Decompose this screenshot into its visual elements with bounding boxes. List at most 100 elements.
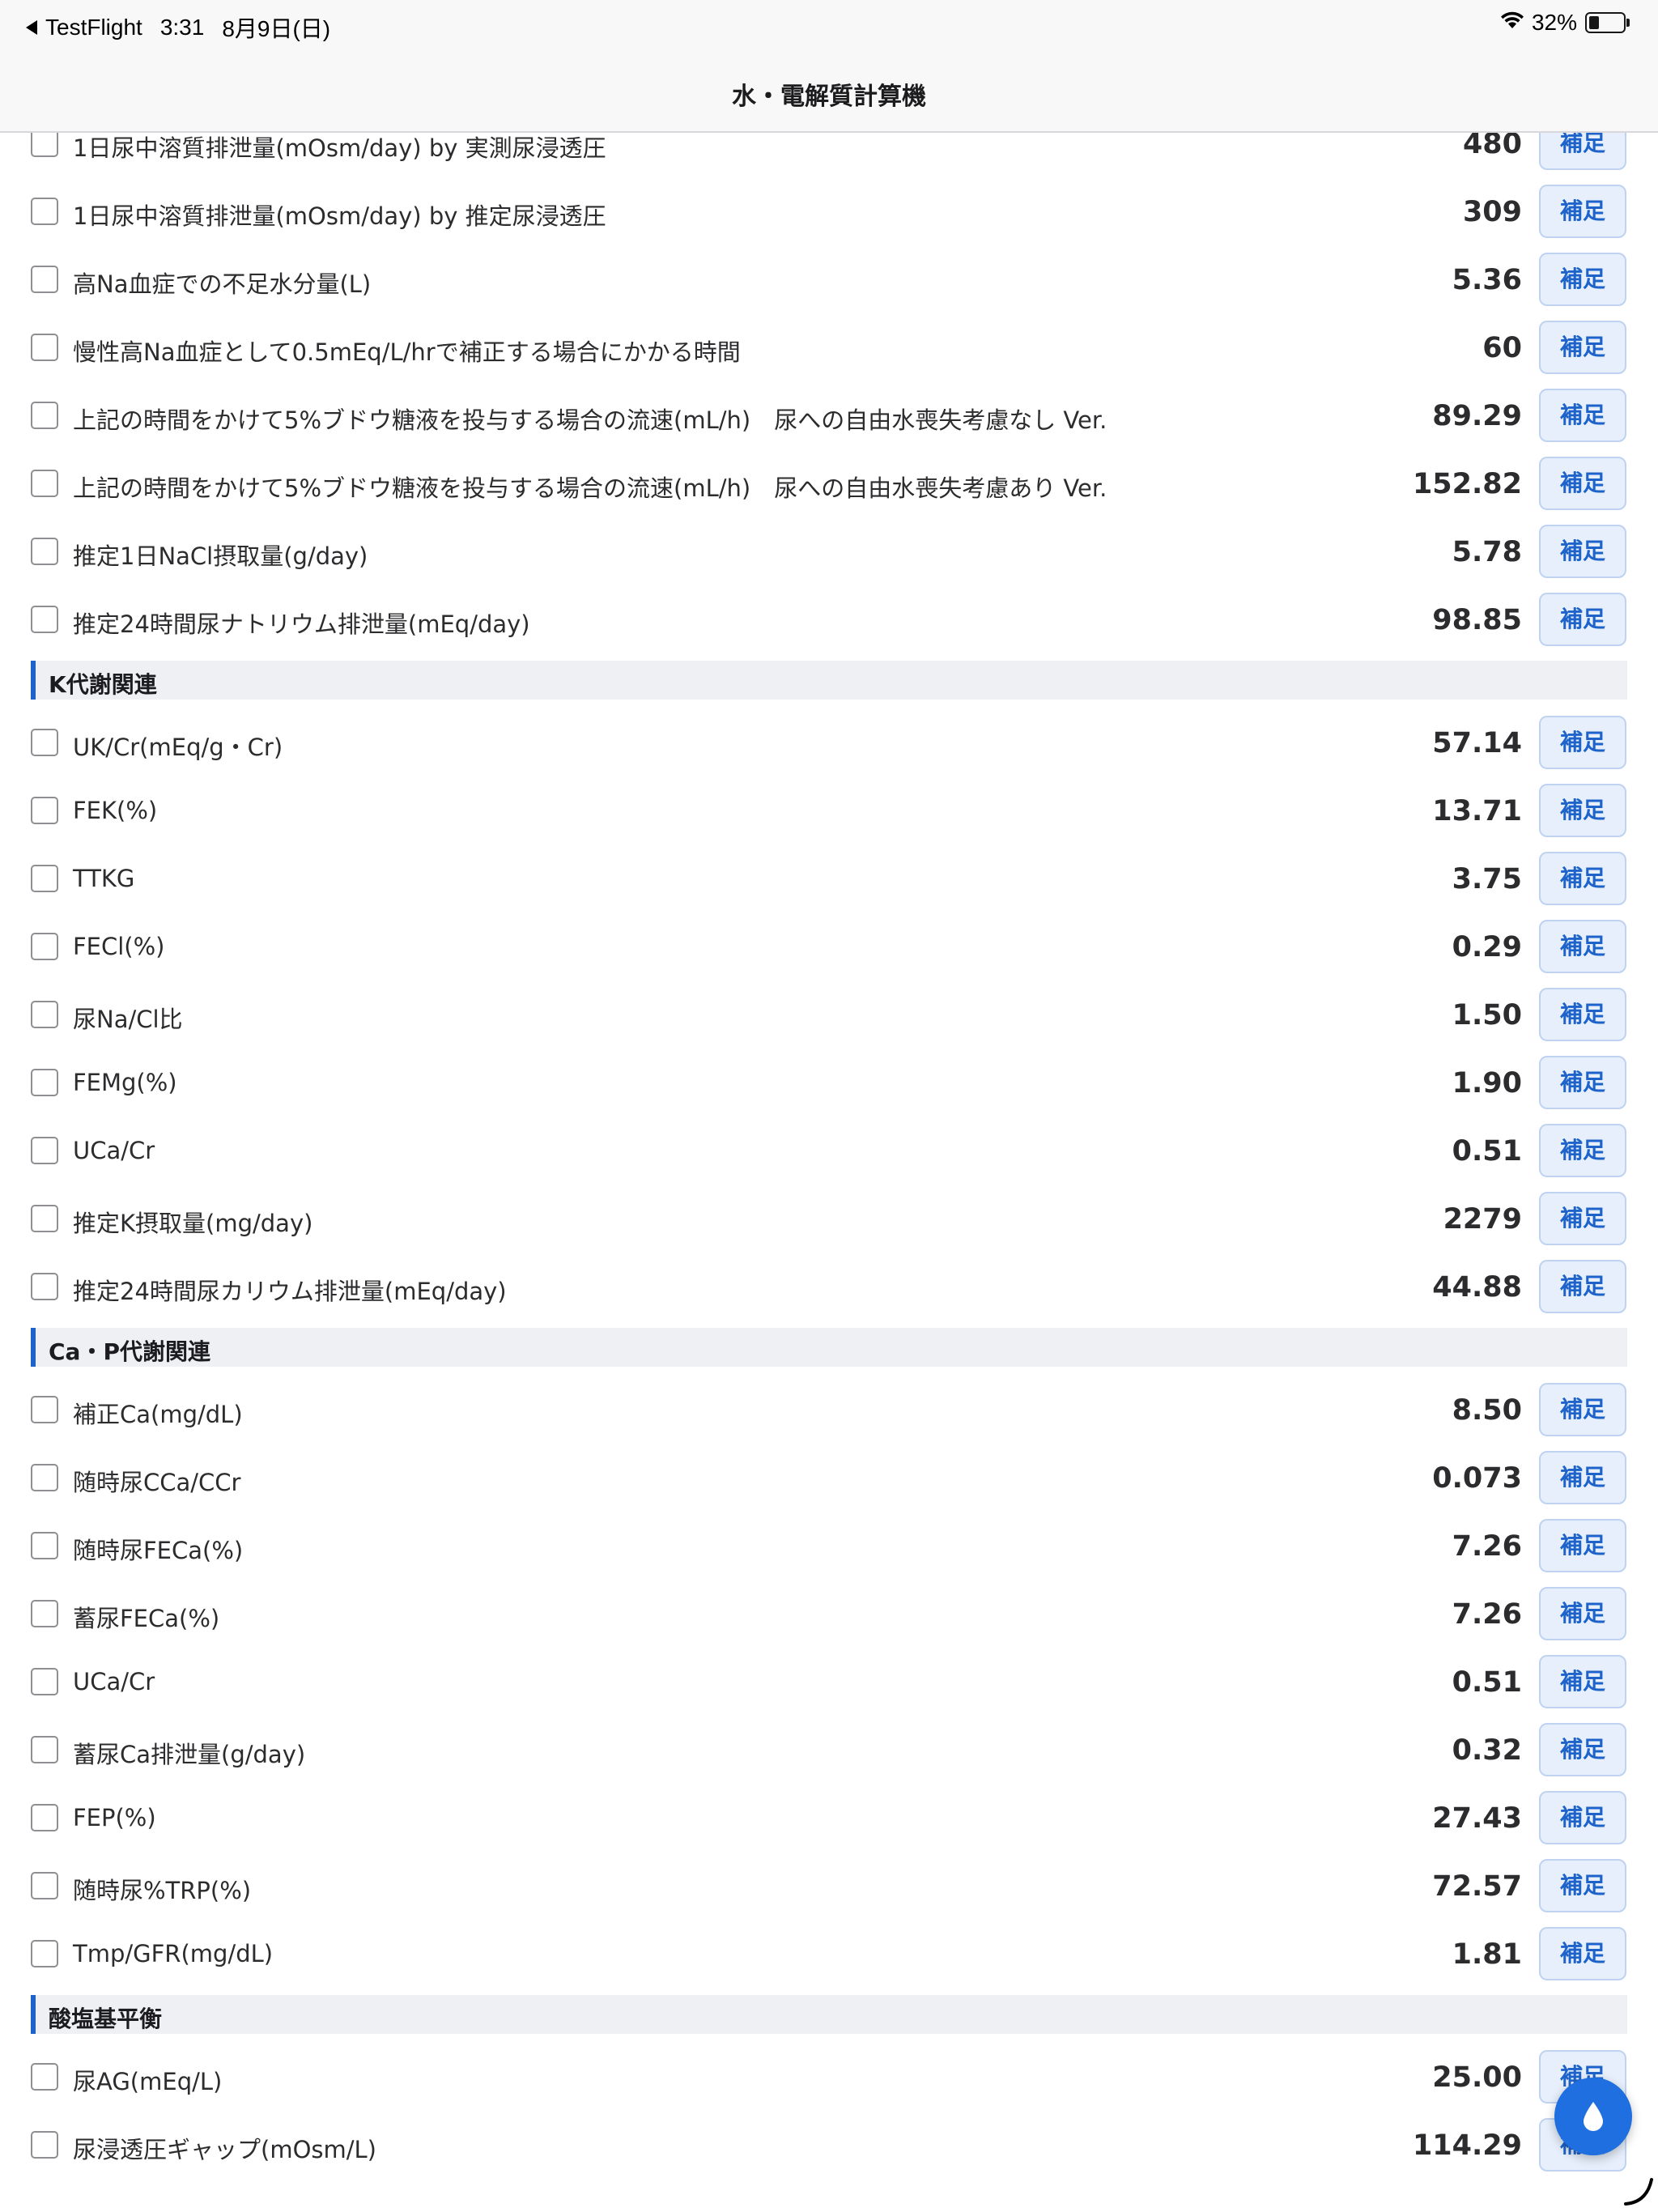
supplement-button[interactable]: 補足 (1539, 1859, 1626, 1912)
supplement-button[interactable]: 補足 (1539, 593, 1626, 646)
section-title: 酸塩基平衡 (49, 2006, 163, 2032)
supplement-button[interactable]: 補足 (1539, 1260, 1626, 1313)
supplement-button[interactable]: 補足 (1539, 716, 1626, 769)
row-checkbox[interactable] (31, 334, 58, 361)
result-row: 尿AG(mEq/L) 25.00 補足 (0, 2044, 1658, 2112)
section-header: Ca・P代謝関連 (0, 1321, 1658, 1376)
result-row: UK/Cr(mEq/g・Cr) 57.14 補足 (0, 709, 1658, 777)
results-scroll-view[interactable]: 1日尿中溶質排泄量(mOsm/day) by 実測尿浸透圧 480 補足 1日尿中溶質… (0, 133, 1658, 2212)
row-checkbox[interactable] (31, 1205, 58, 1232)
row-checkbox[interactable] (31, 1069, 58, 1096)
row-checkbox[interactable] (31, 1872, 58, 1899)
supplement-button[interactable]: 補足 (1539, 1519, 1626, 1572)
result-row: FEMg(%) 1.90 補足 (0, 1049, 1658, 1117)
row-checkbox[interactable] (31, 1464, 58, 1491)
result-label: Tmp/GFR(mg/dL) (73, 1940, 274, 1967)
result-label: UCa/Cr (73, 1668, 155, 1695)
supplement-button[interactable]: 補足 (1539, 253, 1626, 306)
result-label: 蓄尿FECa(%) (73, 1605, 220, 1632)
row-checkbox[interactable] (31, 1137, 58, 1164)
row-checkbox[interactable] (31, 1804, 58, 1831)
row-checkbox[interactable] (31, 1736, 58, 1763)
result-value: 60 (1482, 332, 1522, 364)
row-checkbox[interactable] (31, 933, 58, 960)
supplement-button[interactable]: 補足 (1539, 1124, 1626, 1177)
row-checkbox[interactable] (31, 1273, 58, 1300)
result-value: 5.36 (1452, 264, 1522, 296)
supplement-button[interactable]: 補足 (1539, 1056, 1626, 1109)
supplement-button[interactable]: 補足 (1539, 1587, 1626, 1640)
section-title: Ca・P代謝関連 (49, 1338, 210, 1365)
row-checkbox[interactable] (31, 470, 58, 497)
row-checkbox[interactable] (31, 266, 58, 293)
row-checkbox[interactable] (31, 797, 58, 824)
result-label: 随時尿FECa(%) (73, 1537, 244, 1564)
row-checkbox[interactable] (31, 198, 58, 225)
supplement-button[interactable]: 補足 (1539, 988, 1626, 1041)
result-value: 7.26 (1452, 1530, 1522, 1563)
supplement-button[interactable]: 補足 (1539, 1927, 1626, 1980)
row-checkbox[interactable] (31, 865, 58, 892)
supplement-button[interactable]: 補足 (1539, 1791, 1626, 1844)
supplement-button[interactable]: 補足 (1539, 389, 1626, 442)
row-checkbox[interactable] (31, 2131, 58, 2159)
result-value: 5.78 (1452, 536, 1522, 568)
row-checkbox[interactable] (31, 729, 58, 756)
result-label: 尿Na/Cl比 (73, 1006, 183, 1033)
result-row: FEK(%) 13.71 補足 (0, 777, 1658, 845)
result-value: 0.073 (1432, 1462, 1522, 1495)
row-checkbox[interactable] (31, 1532, 58, 1559)
result-row: 上記の時間をかけて5%ブドウ糖液を投与する場合の流速(mL/h) 尿への自由水喪… (0, 450, 1658, 518)
row-checkbox[interactable] (31, 1600, 58, 1627)
supplement-button[interactable]: 補足 (1539, 852, 1626, 905)
supplement-button[interactable]: 補足 (1539, 185, 1626, 238)
supplement-button[interactable]: 補足 (1539, 1655, 1626, 1708)
row-checkbox[interactable] (31, 1668, 58, 1695)
row-checkbox[interactable] (31, 538, 58, 565)
row-checkbox[interactable] (31, 606, 58, 633)
supplement-button[interactable]: 補足 (1539, 920, 1626, 973)
result-row: UCa/Cr 0.51 補足 (0, 1648, 1658, 1716)
back-to-app-label[interactable]: TestFlight (45, 15, 142, 40)
result-row: UCa/Cr 0.51 補足 (0, 1117, 1658, 1185)
result-row: 推定K摂取量(mg/day) 2279 補足 (0, 1185, 1658, 1253)
supplement-button[interactable]: 補足 (1539, 1192, 1626, 1245)
result-label: 上記の時間をかけて5%ブドウ糖液を投与する場合の流速(mL/h) 尿への自由水喪… (73, 406, 1107, 434)
result-value: 0.29 (1452, 931, 1522, 963)
result-row: FECl(%) 0.29 補足 (0, 913, 1658, 981)
result-label: 推定K摂取量(mg/day) (73, 1210, 313, 1237)
supplement-button[interactable]: 補足 (1539, 1451, 1626, 1504)
result-row: 慢性高Na血症として0.5mEq/L/hrで補正する場合にかかる時間 60 補足 (0, 314, 1658, 382)
back-arrow-icon[interactable] (26, 20, 37, 35)
section-header-bar (31, 661, 1627, 700)
results-list: 1日尿中溶質排泄量(mOsm/day) by 実測尿浸透圧 480 補足 1日尿中溶質… (0, 133, 1658, 2180)
floating-action-button[interactable] (1554, 2078, 1632, 2155)
supplement-button[interactable]: 補足 (1539, 525, 1626, 578)
result-row: 尿浸透圧ギャップ(mOsm/L)114.29補足 (0, 2112, 1658, 2180)
section-header-bar (31, 1328, 1627, 1367)
result-value: 0.51 (1452, 1135, 1522, 1168)
supplement-button[interactable]: 補足 (1539, 1383, 1626, 1436)
result-value: 89.29 (1432, 400, 1522, 432)
result-value: 25.00 (1432, 2061, 1522, 2094)
result-label: 高Na血症での不足水分量(L) (73, 270, 372, 298)
result-value: 0.32 (1452, 1734, 1522, 1767)
section-header: K代謝関連 (0, 654, 1658, 709)
supplement-button[interactable]: 補足 (1539, 1723, 1626, 1776)
supplement-button[interactable]: 補足 (1539, 133, 1626, 170)
navigation-bar: 水・電解質計算機 (0, 52, 1658, 133)
supplement-button[interactable]: 補足 (1539, 457, 1626, 510)
supplement-button[interactable]: 補足 (1539, 321, 1626, 374)
status-left[interactable]: TestFlight 3:31 8月9日(日) (26, 11, 330, 44)
supplement-button[interactable]: 補足 (1539, 784, 1626, 837)
row-checkbox[interactable] (31, 133, 58, 157)
result-row: 随時尿CCa/CCr 0.073 補足 (0, 1444, 1658, 1512)
row-checkbox[interactable] (31, 1001, 58, 1028)
row-checkbox[interactable] (31, 2063, 58, 2091)
row-checkbox[interactable] (31, 1396, 58, 1423)
row-checkbox[interactable] (31, 1940, 58, 1967)
row-checkbox[interactable] (31, 402, 58, 429)
result-value: 3.75 (1452, 863, 1522, 895)
battery-icon (1585, 12, 1630, 33)
water-drop-icon (1584, 2102, 1603, 2131)
